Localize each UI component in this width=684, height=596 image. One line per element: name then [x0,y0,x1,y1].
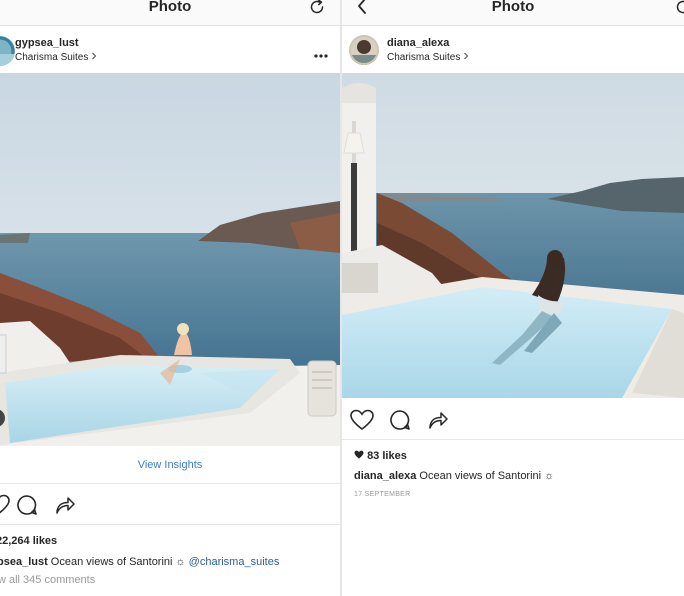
left-page-title: Photo [148,0,192,15]
post-photo[interactable] [0,73,340,446]
caption-mention[interactable]: @charisma_suites [189,556,280,568]
left-post-header: gypsea_lust Charisma Suites [0,27,340,73]
likes-count[interactable]: 22,264 likes [0,535,57,547]
post-username[interactable]: gypsea_lust [15,37,79,49]
avatar[interactable] [0,36,15,66]
refresh-icon[interactable] [308,0,326,21]
location-label: Charisma Suites [387,52,461,63]
post-location[interactable]: Charisma Suites [15,52,97,63]
share-icon[interactable] [54,494,76,521]
post-username[interactable]: diana_alexa [387,37,449,49]
more-options-icon[interactable] [314,45,328,63]
comment-icon[interactable] [16,494,38,521]
location-label: Charisma Suites [15,52,89,63]
right-post-panel: Photo diana_alexa Charisma Suites 83 lik… [342,0,684,596]
right-top-bar: Photo [342,0,684,26]
caption-username[interactable]: psea_lust [0,556,48,568]
heart-icon[interactable] [0,494,10,521]
caption-text: Ocean views of Santorini ☼ [416,470,555,482]
left-action-bar [0,485,340,525]
comment-icon[interactable] [389,409,411,436]
likes-label: 83 likes [367,450,407,462]
post-caption: psea_lust Ocean views of Santorini ☼ @ch… [0,556,279,568]
post-date: 17 SEPTEMBER [354,491,411,498]
heart-filled-icon [354,450,367,462]
left-post-panel: Photo gypsea_lust Charisma Suites View I… [0,0,340,596]
left-top-bar: Photo [0,0,340,26]
post-caption: diana_alexa Ocean views of Santorini ☼ [354,470,554,482]
caption-text: Ocean views of Santorini ☼ [47,556,189,568]
post-photo[interactable] [342,73,684,398]
right-post-header: diana_alexa Charisma Suites [342,27,684,73]
heart-icon[interactable] [350,409,374,436]
refresh-icon[interactable] [674,0,684,21]
right-action-bar [342,400,684,440]
caption-username[interactable]: diana_alexa [354,470,416,482]
share-icon[interactable] [427,409,449,436]
chevron-right-icon [463,52,469,63]
right-page-title: Photo [491,0,535,15]
post-location[interactable]: Charisma Suites [387,52,469,63]
chevron-right-icon [91,52,97,63]
likes-count[interactable]: 83 likes [354,450,407,462]
view-comments-link[interactable]: w all 345 comments [0,574,95,586]
avatar[interactable] [349,35,379,65]
view-insights-link[interactable]: View Insights [0,446,340,484]
